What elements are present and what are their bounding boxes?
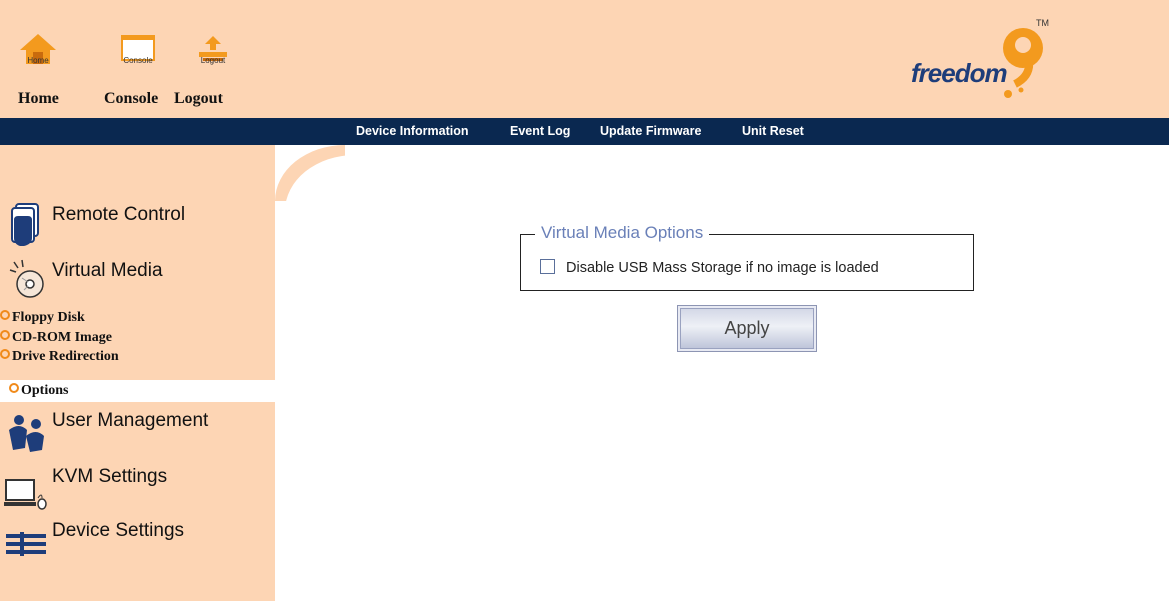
sidebar-label-user-management: User Management — [52, 410, 209, 431]
disable-usb-checkbox[interactable] — [540, 259, 555, 274]
sidebar-subitem-floppy-disk[interactable]: Floppy Disk — [0, 310, 275, 328]
header: Home Home Console Console Logout Logout — [0, 0, 1169, 118]
sidebar-subitem-drive-redirection[interactable]: Drive Redirection — [0, 349, 275, 367]
sidebar-label-remote-control: Remote Control — [52, 204, 186, 225]
bullet-icon — [0, 330, 10, 340]
home-small-label: Home — [27, 56, 49, 65]
device-settings-icon — [4, 530, 48, 565]
bullet-icon — [0, 349, 10, 359]
sidebar-sublabel-floppy-disk: Floppy Disk — [12, 310, 85, 325]
logo-tm: TM — [1036, 18, 1049, 28]
disable-usb-row: Disable USB Mass Storage if no image is … — [540, 259, 879, 276]
sidebar-sublabel-options: Options — [21, 383, 69, 398]
logout-label[interactable]: Logout — [174, 90, 223, 108]
console-small-label: Console — [123, 56, 153, 65]
disable-usb-label: Disable USB Mass Storage if no image is … — [566, 260, 879, 276]
sidebar-sublabel-drive-redirection: Drive Redirection — [12, 349, 119, 364]
sidebar-label-virtual-media: Virtual Media — [52, 260, 163, 281]
sidebar-curve — [275, 145, 345, 201]
computer-icon — [4, 476, 48, 515]
bullet-icon — [9, 383, 19, 393]
logo-text: freedom — [911, 58, 1008, 88]
logout-button[interactable]: Logout — [183, 30, 243, 65]
logout-small-label: Logout — [200, 56, 226, 65]
cd-icon — [8, 258, 48, 305]
home-label[interactable]: Home — [18, 90, 59, 108]
sidebar-subitem-cdrom-image[interactable]: CD-ROM Image — [0, 330, 275, 348]
bullet-icon — [0, 310, 10, 320]
virtual-media-options-fieldset: Virtual Media Options Disable USB Mass S… — [520, 223, 974, 291]
console-button[interactable]: Console — [108, 30, 168, 65]
console-label[interactable]: Console — [104, 90, 158, 108]
remote-control-icon — [8, 202, 42, 253]
sidebar-label-device-settings: Device Settings — [52, 520, 185, 541]
sidebar-sublabel-cdrom-image: CD-ROM Image — [12, 330, 112, 345]
apply-button[interactable]: Apply — [677, 305, 817, 352]
nav-update-firmware[interactable]: Update Firmware — [600, 124, 701, 138]
sidebar-subitem-options[interactable]: Options — [0, 380, 275, 402]
fieldset-legend: Virtual Media Options — [535, 223, 710, 243]
users-icon — [6, 410, 48, 459]
nav-event-log[interactable]: Event Log — [510, 124, 570, 138]
home-button[interactable]: Home — [8, 30, 68, 65]
nav-unit-reset[interactable]: Unit Reset — [742, 124, 804, 138]
top-navbar: Device Information Event Log Update Firm… — [0, 118, 1169, 145]
sidebar-label-kvm-settings: KVM Settings — [52, 466, 168, 487]
freedom9-logo: freedom TM — [911, 18, 1051, 108]
nav-device-information[interactable]: Device Information — [356, 124, 469, 138]
